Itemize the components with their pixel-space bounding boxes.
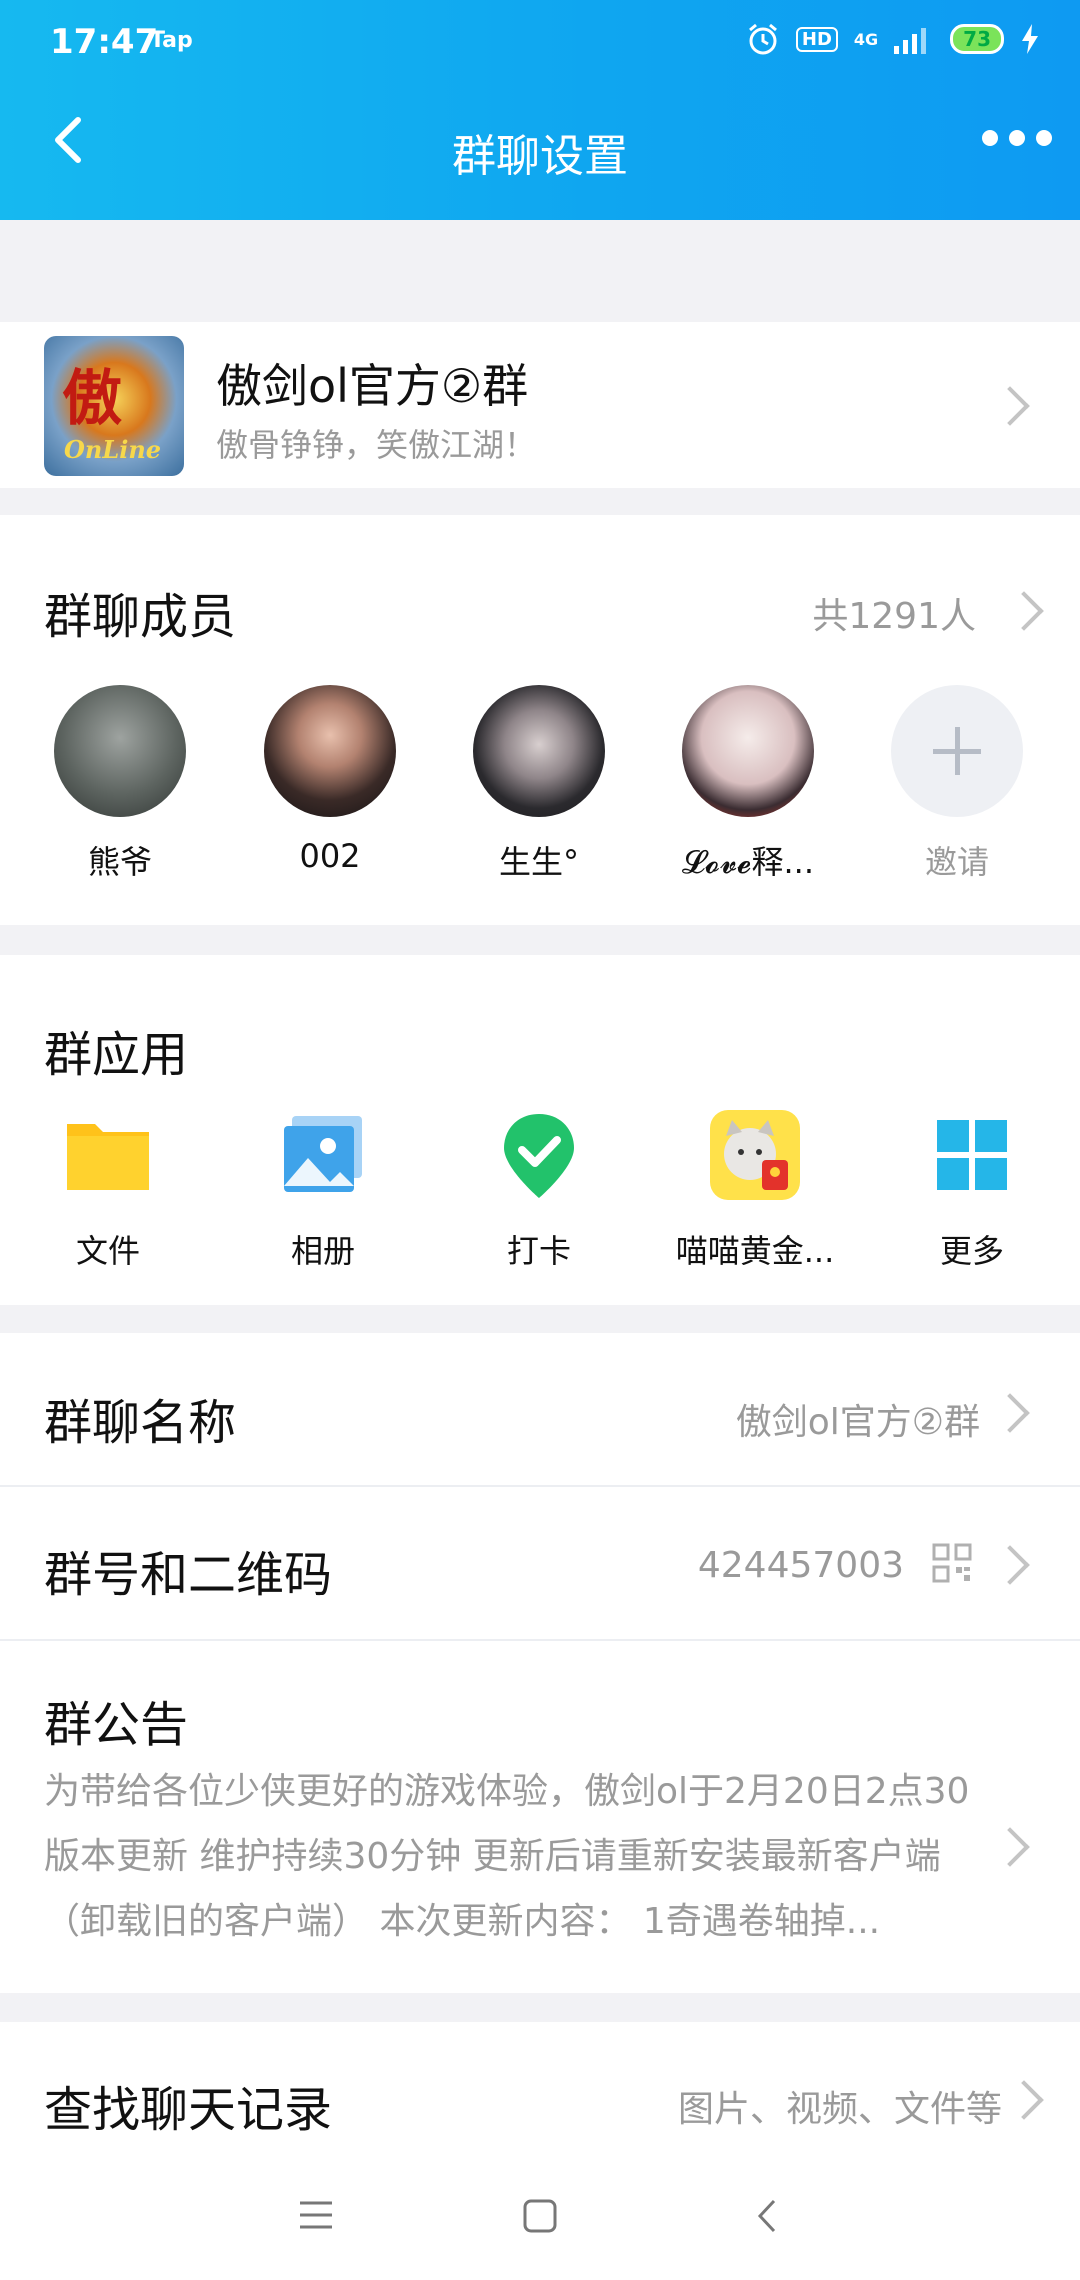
chevron-right-icon bbox=[990, 1393, 1030, 1433]
hd-badge: HD bbox=[795, 26, 838, 52]
invite-label: 邀请 bbox=[924, 843, 989, 881]
app-label: 文件 bbox=[75, 1232, 140, 1270]
checkin-location-icon bbox=[504, 1114, 574, 1198]
back-nav-icon[interactable] bbox=[752, 2198, 782, 2234]
more-options-icon[interactable] bbox=[982, 118, 1052, 158]
app-label: 喵喵黄金... bbox=[675, 1232, 835, 1270]
alarm-icon bbox=[748, 23, 777, 55]
member-item[interactable]: 𝓛𝓸𝓿𝓮释... bbox=[658, 685, 838, 883]
group-avatar-logo: 傲 bbox=[62, 364, 122, 434]
group-name-row[interactable]: 群聊名称 傲剑ol官方②群 bbox=[0, 1333, 1080, 1485]
chevron-right-icon bbox=[990, 1545, 1030, 1585]
plus-icon bbox=[891, 685, 1023, 817]
apps-card: 群应用 文件 相册 打卡 喵喵黄金... 更多 bbox=[0, 955, 1080, 1305]
header-bar: 17:47 Tap HD 4G 73 群聊设置 bbox=[0, 0, 1080, 220]
apps-title: 群应用 bbox=[44, 1027, 189, 1083]
member-name: 002 bbox=[299, 837, 361, 875]
group-notice-row[interactable]: 群公告 为带给各位少侠更好的游戏体验，傲剑ol于2月20日2点30版本更新 维护… bbox=[0, 1641, 1080, 1993]
member-avatar bbox=[473, 685, 605, 817]
status-icons: HD 4G 73 bbox=[746, 22, 1040, 56]
group-avatar-logo-sub: OnLine bbox=[64, 435, 162, 464]
app-label: 打卡 bbox=[506, 1232, 571, 1270]
invite-button[interactable]: 邀请 bbox=[867, 685, 1047, 883]
chevron-right-icon bbox=[1004, 2080, 1044, 2120]
search-history-row[interactable]: 查找聊天记录 图片、视频、文件等 bbox=[0, 2022, 1080, 2150]
member-avatar bbox=[682, 685, 814, 817]
app-album[interactable]: 相册 bbox=[223, 1110, 423, 1272]
member-name: 生生° bbox=[498, 843, 579, 881]
charging-icon bbox=[1022, 24, 1038, 54]
cat-app-icon bbox=[710, 1110, 800, 1200]
grid-more-icon bbox=[937, 1120, 1007, 1190]
navbar: 群聊设置 bbox=[0, 90, 1080, 220]
system-navigation-bar bbox=[0, 2150, 1080, 2280]
chevron-right-icon[interactable] bbox=[1004, 591, 1044, 631]
signal-icon bbox=[894, 28, 927, 54]
group-name: 傲剑ol官方②群 bbox=[216, 359, 529, 413]
group-name-label: 群聊名称 bbox=[44, 1395, 237, 1451]
status-bar: 17:47 Tap HD 4G 73 bbox=[0, 0, 1080, 90]
home-icon[interactable] bbox=[522, 2198, 558, 2234]
members-title: 群聊成员 bbox=[44, 589, 237, 645]
group-description: 傲骨铮铮，笑傲江湖！ bbox=[216, 426, 537, 464]
group-info-card[interactable]: 傲 OnLine 傲剑ol官方②群 傲骨铮铮，笑傲江湖！ bbox=[0, 322, 1080, 488]
group-id-label: 群号和二维码 bbox=[44, 1547, 333, 1603]
search-history-value: 图片、视频、文件等 bbox=[677, 2089, 1002, 2130]
members-count[interactable]: 共1291人 bbox=[812, 587, 976, 639]
app-file[interactable]: 文件 bbox=[8, 1110, 208, 1272]
folder-icon bbox=[67, 1124, 149, 1190]
member-item[interactable]: 002 bbox=[240, 685, 420, 875]
menu-icon[interactable] bbox=[298, 2200, 334, 2230]
member-name: 熊爷 bbox=[87, 843, 152, 881]
app-meow-gold[interactable]: 喵喵黄金... bbox=[655, 1110, 855, 1272]
member-name: 𝓛𝓸𝓿𝓮释... bbox=[681, 843, 815, 881]
network-label: 4G bbox=[853, 29, 879, 49]
group-id-value: 424457003 bbox=[697, 1545, 904, 1586]
photo-album-icon bbox=[284, 1116, 362, 1192]
status-carrier: Tap bbox=[150, 28, 193, 53]
members-card: 群聊成员 共1291人 熊爷 002 生生° 𝓛𝓸𝓿𝓮释... 邀请 bbox=[0, 515, 1080, 925]
page-title: 群聊设置 bbox=[452, 131, 628, 182]
group-name-value: 傲剑ol官方②群 bbox=[735, 1402, 980, 1443]
qr-code-icon bbox=[932, 1543, 972, 1583]
group-notice-text: 为带给各位少侠更好的游戏体验，傲剑ol于2月20日2点30版本更新 维护持续30… bbox=[44, 1771, 970, 1942]
search-history-label: 查找聊天记录 bbox=[44, 2082, 333, 2138]
member-item[interactable]: 生生° bbox=[449, 685, 629, 883]
app-label: 相册 bbox=[290, 1232, 355, 1270]
status-time: 17:47 bbox=[50, 22, 159, 62]
app-checkin[interactable]: 打卡 bbox=[439, 1110, 639, 1272]
app-more[interactable]: 更多 bbox=[872, 1110, 1072, 1272]
battery-indicator: 73 bbox=[950, 24, 1004, 54]
member-item[interactable]: 熊爷 bbox=[30, 685, 210, 883]
chevron-right-icon bbox=[990, 386, 1030, 426]
settings-card: 群聊名称 傲剑ol官方②群 群号和二维码 424457003 群公告 为带给各位… bbox=[0, 1333, 1080, 1993]
group-avatar: 傲 OnLine bbox=[44, 336, 184, 476]
group-notice-label: 群公告 bbox=[44, 1697, 189, 1753]
member-avatar bbox=[264, 685, 396, 817]
app-label: 更多 bbox=[939, 1232, 1004, 1270]
group-id-row[interactable]: 群号和二维码 424457003 bbox=[0, 1487, 1080, 1639]
member-avatar bbox=[54, 685, 186, 817]
